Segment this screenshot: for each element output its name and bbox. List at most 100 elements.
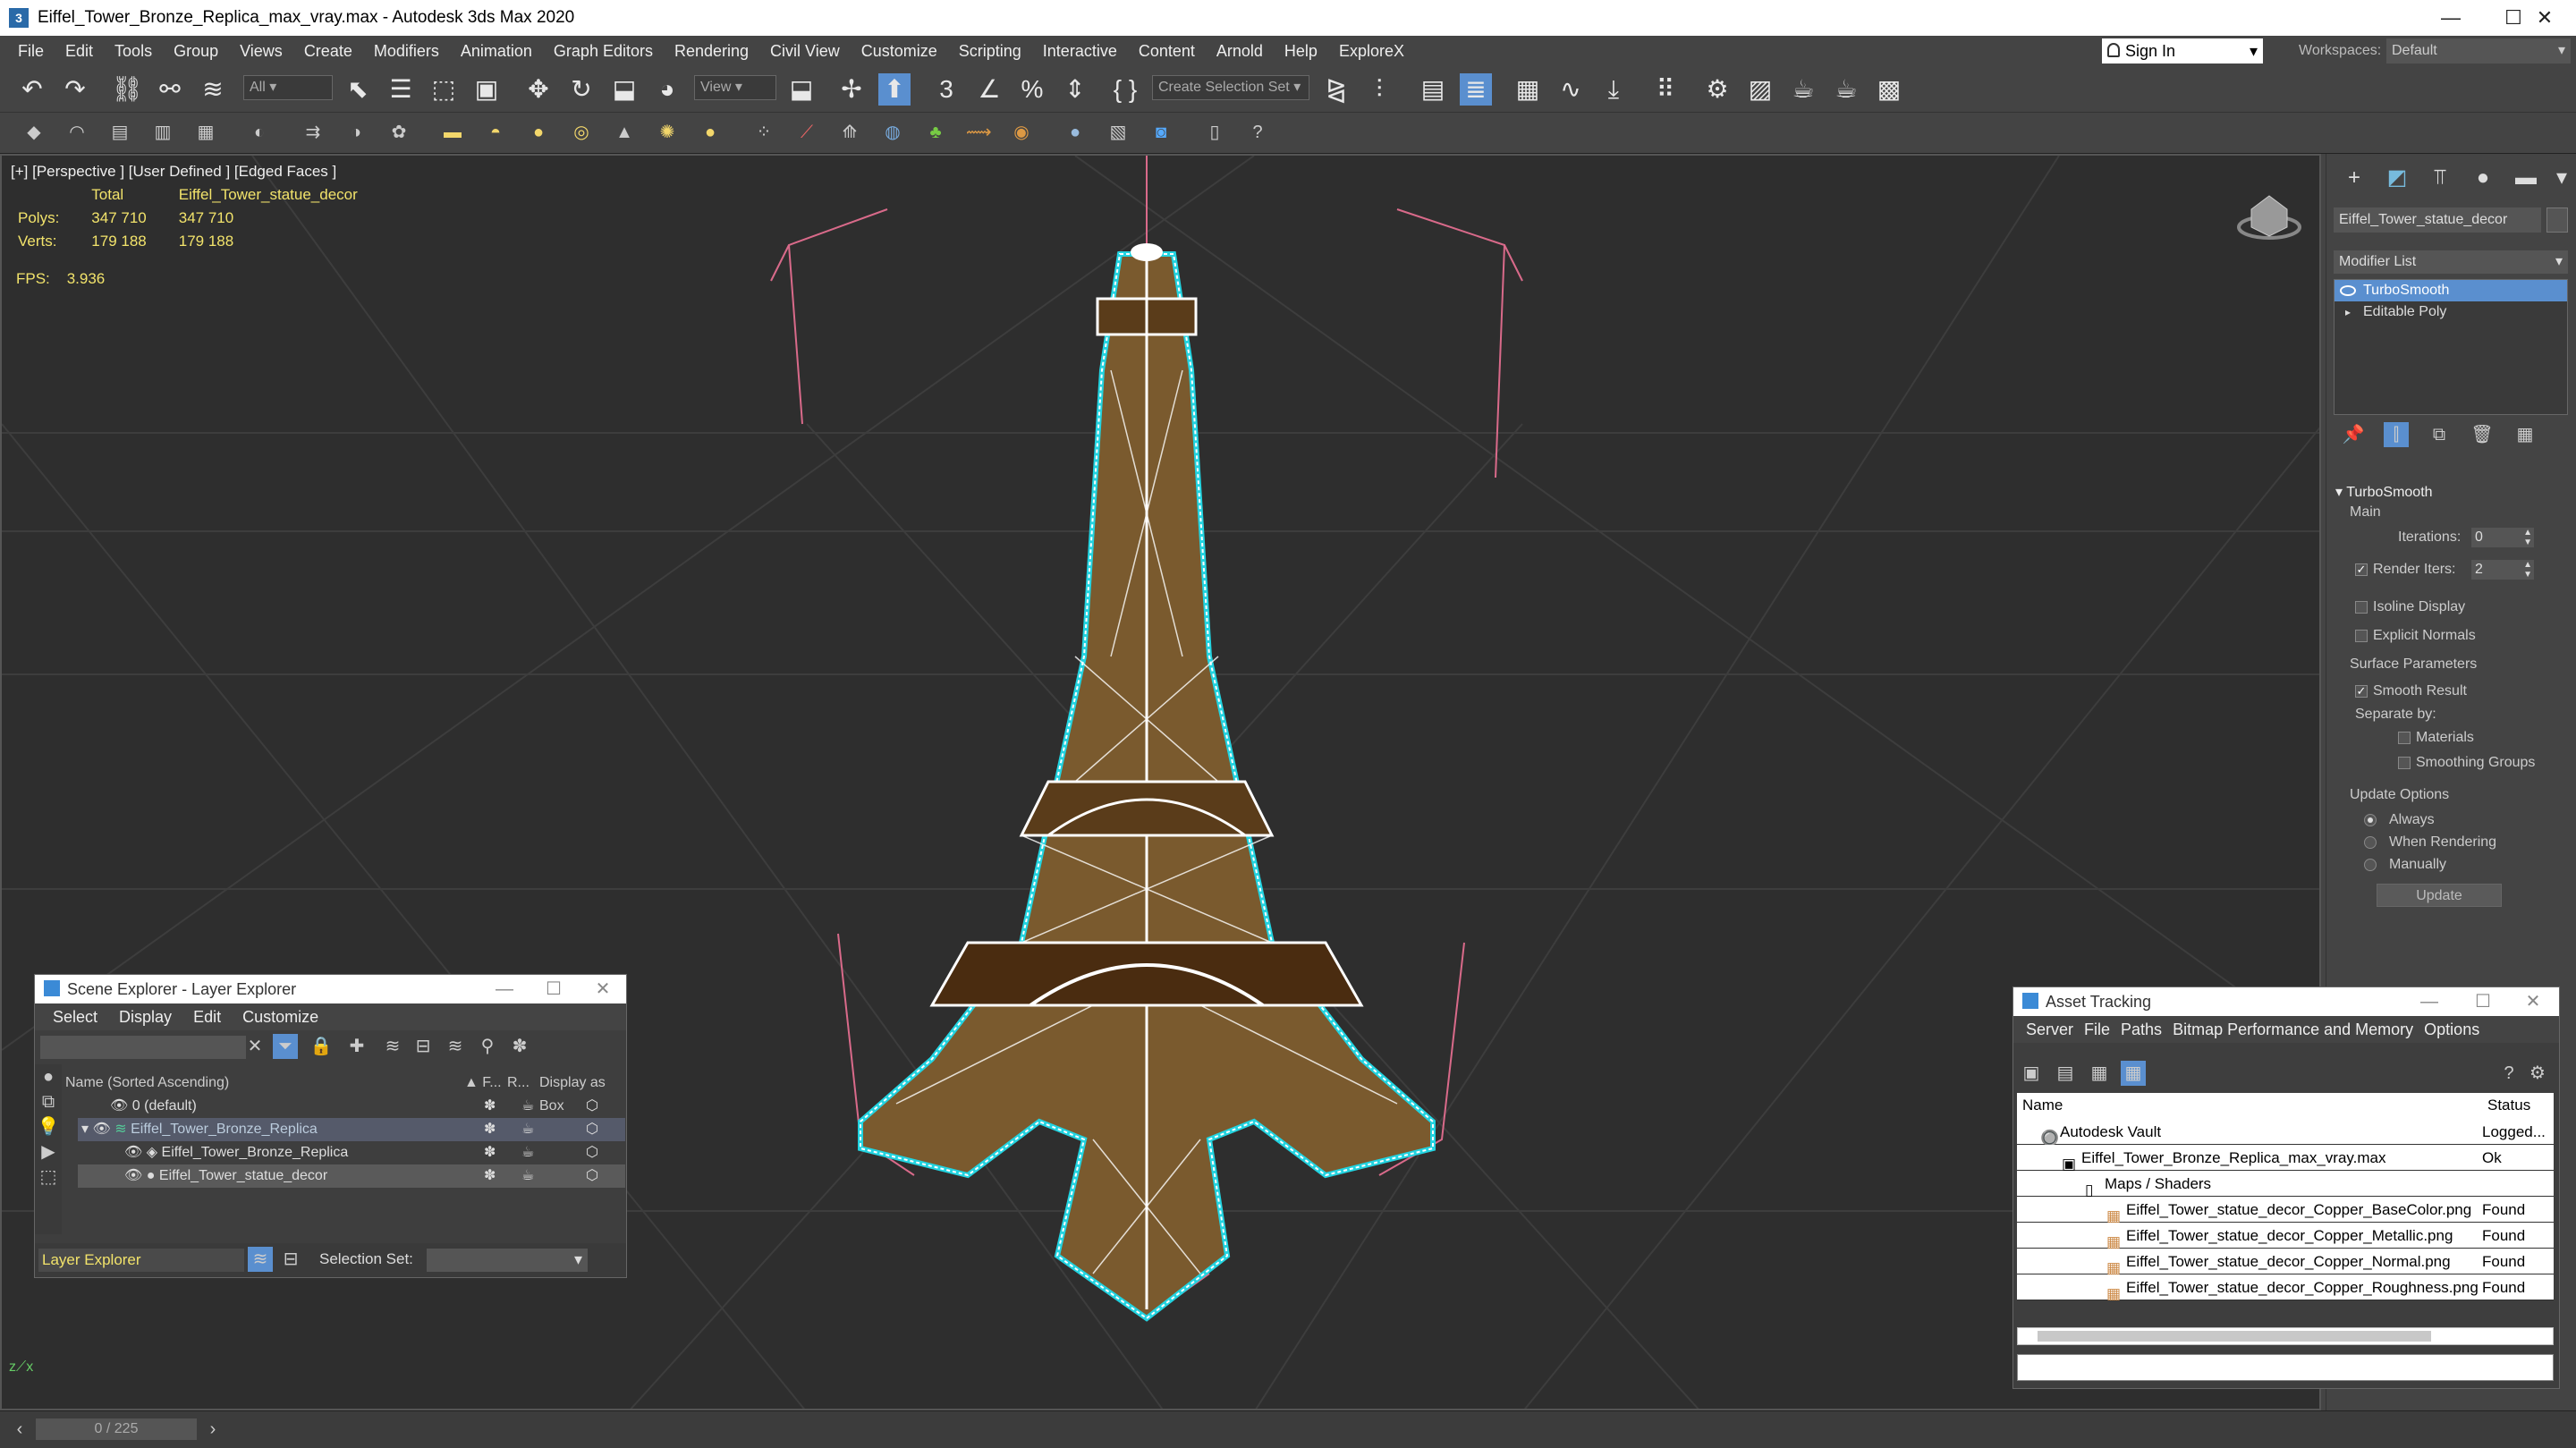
asset-row[interactable]: ▦ Eiffel_Tower_statue_decor_Copper_Metall…: [2017, 1223, 2554, 1250]
iterations-spinner[interactable]: 0 ▲ ▼: [2471, 528, 2534, 547]
prev-frame-icon[interactable]: ‹: [7, 1417, 32, 1442]
render-in-cloud-icon[interactable]: ▩: [1873, 73, 1905, 106]
named-selection-set-select[interactable]: Create Selection Set ▾: [1152, 75, 1309, 100]
render-iters-spinner[interactable]: 2 ▲ ▼: [2471, 560, 2534, 580]
close-button[interactable]: ✕: [580, 975, 625, 1003]
scene-search-input[interactable]: [40, 1036, 246, 1059]
spinner-snap-icon[interactable]: ⇕: [1059, 73, 1091, 106]
menu-graph-editors[interactable]: Graph Editors: [543, 42, 664, 61]
box-primitive-icon[interactable]: ▬: [440, 120, 465, 145]
hierarchy-toggle-icon[interactable]: ⊟: [278, 1247, 303, 1272]
menu-create[interactable]: Create: [293, 42, 363, 61]
expand-arrow-icon[interactable]: ▾: [81, 1122, 89, 1137]
menu-customize[interactable]: Customize: [232, 1008, 329, 1027]
eiffel-tower-model[interactable]: [858, 243, 1436, 1322]
list-view-icon[interactable]: ▤: [2053, 1061, 2078, 1086]
asset-path-field[interactable]: [2017, 1354, 2554, 1381]
eye-icon[interactable]: 👁: [124, 1145, 142, 1160]
selection-set-dropdown[interactable]: ▾: [427, 1249, 588, 1272]
layer-toggle-icon[interactable]: ≋: [248, 1247, 273, 1272]
table-view-icon[interactable]: ▦: [2121, 1061, 2146, 1086]
eye-icon[interactable]: 👁: [92, 1122, 110, 1137]
highlight-icon[interactable]: ⚲: [475, 1034, 500, 1059]
menu-civil-view[interactable]: Civil View: [759, 42, 851, 61]
viewport-label[interactable]: [+] [Perspective ] [User Defined ] [Edge…: [11, 163, 336, 181]
toolbar-icon-2[interactable]: ◠: [64, 120, 89, 145]
always-radio[interactable]: [2364, 814, 2377, 826]
freeze-icon[interactable]: ✽: [484, 1164, 496, 1188]
box-icon[interactable]: ⬡: [586, 1141, 598, 1164]
teapot-icon[interactable]: ☕: [521, 1141, 534, 1164]
display-lights-icon[interactable]: 💡: [36, 1114, 61, 1139]
filter-icon[interactable]: ⏷: [273, 1034, 298, 1059]
col-renderable[interactable]: R...: [507, 1071, 530, 1095]
light-icon[interactable]: ✺: [655, 120, 680, 145]
settings-icon[interactable]: ⚙: [2525, 1061, 2550, 1086]
manually-radio[interactable]: [2364, 859, 2377, 871]
teapot-icon[interactable]: ☕: [521, 1118, 534, 1141]
col-name[interactable]: Name: [2022, 1097, 2063, 1114]
cone-icon[interactable]: ▲: [612, 120, 637, 145]
align-icon[interactable]: ⫶: [1363, 73, 1395, 106]
link-icon[interactable]: ⛓: [111, 73, 143, 106]
teapot-icon[interactable]: ☕: [521, 1164, 534, 1188]
isoline-checkbox[interactable]: [2355, 601, 2368, 614]
bone-icon[interactable]: ⟋: [794, 120, 819, 145]
toggle-scene-explorer-icon[interactable]: ▤: [1417, 73, 1449, 106]
pin-stack-icon[interactable]: 📌: [2341, 422, 2366, 447]
toggle-layer-explorer-icon[interactable]: ≣: [1460, 73, 1492, 106]
select-object-icon[interactable]: ⬉: [342, 73, 374, 106]
asset-row[interactable]: ▣ Eiffel_Tower_Bronze_Replica_max_vray.ma…: [2017, 1145, 2554, 1173]
frame-buffer-icon[interactable]: ▯: [1202, 120, 1227, 145]
smooth-result-checkbox[interactable]: ✓: [2355, 685, 2368, 698]
scrollbar-thumb[interactable]: [2038, 1331, 2431, 1342]
menu-edit[interactable]: Edit: [55, 42, 104, 61]
plant-icon[interactable]: ♣: [923, 120, 948, 145]
menu-paths[interactable]: Paths: [2115, 1020, 2167, 1039]
spinner-arrows-icon[interactable]: ▲ ▼: [2523, 560, 2532, 580]
eye-icon[interactable]: 👁: [124, 1168, 142, 1183]
rectangle-selection-icon[interactable]: ⬚: [428, 73, 460, 106]
reference-coord-select[interactable]: View ▾: [694, 75, 776, 100]
refresh-icon[interactable]: ▣: [2019, 1061, 2044, 1086]
menu-tools[interactable]: Tools: [104, 42, 163, 61]
helper-icon[interactable]: ⟰: [837, 120, 862, 145]
window-crossing-icon[interactable]: ▣: [470, 73, 503, 106]
modify-tab-icon[interactable]: ◩: [2384, 165, 2411, 191]
menu-file[interactable]: File: [2079, 1020, 2115, 1039]
undo-icon[interactable]: ↶: [16, 73, 48, 106]
object-color-swatch[interactable]: [2546, 207, 2568, 233]
when-rendering-radio[interactable]: [2364, 836, 2377, 849]
toolbar-icon-3[interactable]: ▤: [107, 120, 132, 145]
minimize-button[interactable]: —: [482, 975, 527, 1003]
toolbar-icon-8[interactable]: ◑: [343, 120, 369, 145]
sphere-icon[interactable]: ●: [526, 120, 551, 145]
hierarchy-tab-icon[interactable]: ⫪: [2427, 165, 2453, 191]
next-frame-icon[interactable]: ›: [200, 1417, 225, 1442]
menu-group[interactable]: Group: [163, 42, 229, 61]
menu-rendering[interactable]: Rendering: [664, 42, 759, 61]
hierarchy-icon[interactable]: ⊟: [411, 1034, 436, 1059]
render-setup-icon[interactable]: ⚙: [1701, 73, 1733, 106]
tree-view-icon[interactable]: ▦: [2087, 1061, 2112, 1086]
create-tab-icon[interactable]: +: [2341, 165, 2368, 191]
viewcube-icon[interactable]: [2237, 195, 2301, 240]
menu-modifiers[interactable]: Modifiers: [363, 42, 450, 61]
utilities-tab-icon[interactable]: ▾: [2548, 165, 2575, 191]
menu-server[interactable]: Server: [2021, 1020, 2079, 1039]
menu-animation[interactable]: Animation: [450, 42, 543, 61]
rendered-frame-window-icon[interactable]: ▨: [1744, 73, 1776, 106]
asset-row[interactable]: ▦ Eiffel_Tower_statue_decor_Copper_Normal…: [2017, 1249, 2554, 1276]
close-button[interactable]: ✕: [2511, 987, 2555, 1016]
menu-content[interactable]: Content: [1128, 42, 1206, 61]
percent-snap-icon[interactable]: %: [1016, 73, 1048, 106]
box-icon[interactable]: ⬡: [586, 1118, 598, 1141]
close-button[interactable]: ✕: [2513, 0, 2576, 36]
rotate-icon[interactable]: ↻: [565, 73, 597, 106]
torus-icon[interactable]: ◎: [569, 120, 594, 145]
move-icon[interactable]: ✥: [522, 73, 555, 106]
fur-icon[interactable]: ⟿: [966, 120, 992, 145]
menu-select[interactable]: Select: [42, 1008, 108, 1027]
curve-editor-icon[interactable]: ∿: [1555, 73, 1587, 106]
freeze-icon[interactable]: ✽: [484, 1095, 496, 1118]
